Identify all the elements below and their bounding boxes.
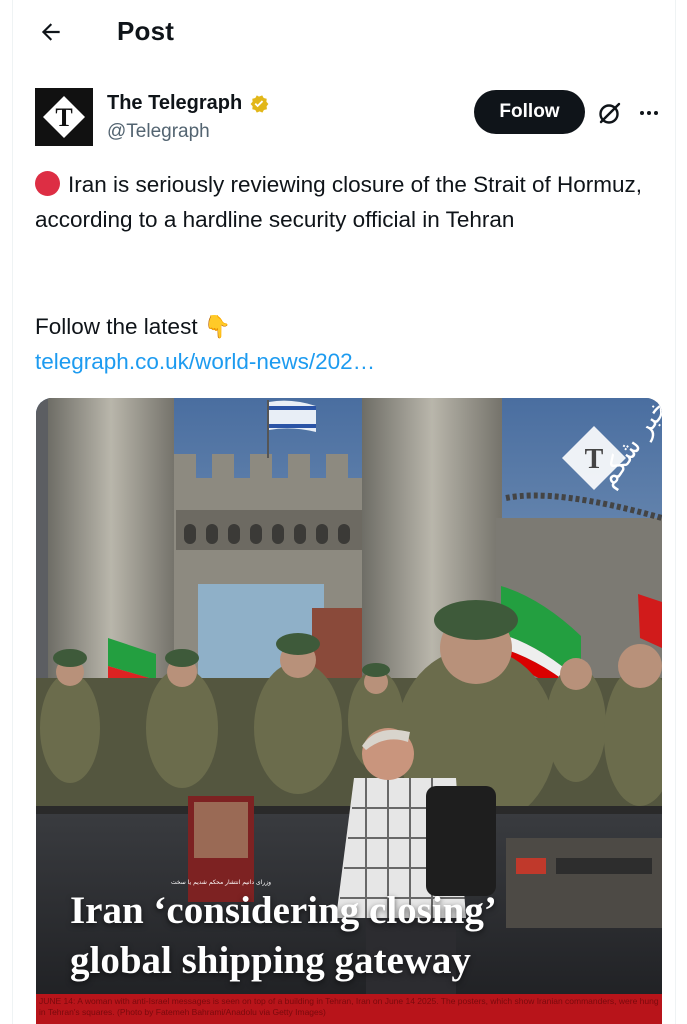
image-headline: Iran ‘considering closing’ global shippi…	[70, 886, 650, 986]
grok-icon[interactable]	[597, 100, 623, 126]
pointing-down-emoji-icon: 👇	[203, 314, 231, 339]
follow-text: Follow the latest	[35, 314, 198, 339]
telegraph-logo-icon: T	[38, 91, 90, 143]
image-caption: JUNE 14: A woman with anti-Israel messag…	[39, 996, 659, 1017]
red-circle-emoji-icon	[35, 171, 60, 196]
svg-text:T: T	[55, 103, 72, 132]
post-text: Iran is seriously reviewing closure of t…	[35, 172, 642, 232]
top-bar: Post	[13, 0, 675, 68]
headline-line-2: global shipping gateway	[70, 939, 471, 982]
post-container: Post T The Telegraph @Telegraph Follow I…	[12, 0, 676, 1024]
headline-line-1: Iran ‘considering closing’	[70, 889, 497, 932]
article-link[interactable]: telegraph.co.uk/world-news/202…	[35, 344, 375, 379]
follow-button[interactable]: Follow	[474, 90, 585, 134]
author-avatar[interactable]: T	[35, 88, 93, 146]
author-handle[interactable]: @Telegraph	[107, 121, 210, 143]
post-body: Iran is seriously reviewing closure of t…	[35, 167, 655, 237]
arrow-left-icon	[41, 23, 60, 41]
more-options-button[interactable]	[635, 101, 663, 125]
post-image[interactable]: وزرای دانیم انتشار محکم شدیم یا سخت T خب…	[36, 398, 662, 1024]
back-button[interactable]	[35, 16, 67, 48]
author-name[interactable]: The Telegraph	[107, 92, 270, 115]
more-icon	[640, 111, 644, 115]
follow-line: Follow the latest 👇	[35, 309, 231, 344]
author-name-text: The Telegraph	[107, 92, 243, 114]
verified-badge-icon	[250, 94, 269, 113]
page-title: Post	[117, 16, 175, 46]
poster-text: وزرای دانیم انتشار محکم شدیم یا سخت	[171, 879, 271, 886]
